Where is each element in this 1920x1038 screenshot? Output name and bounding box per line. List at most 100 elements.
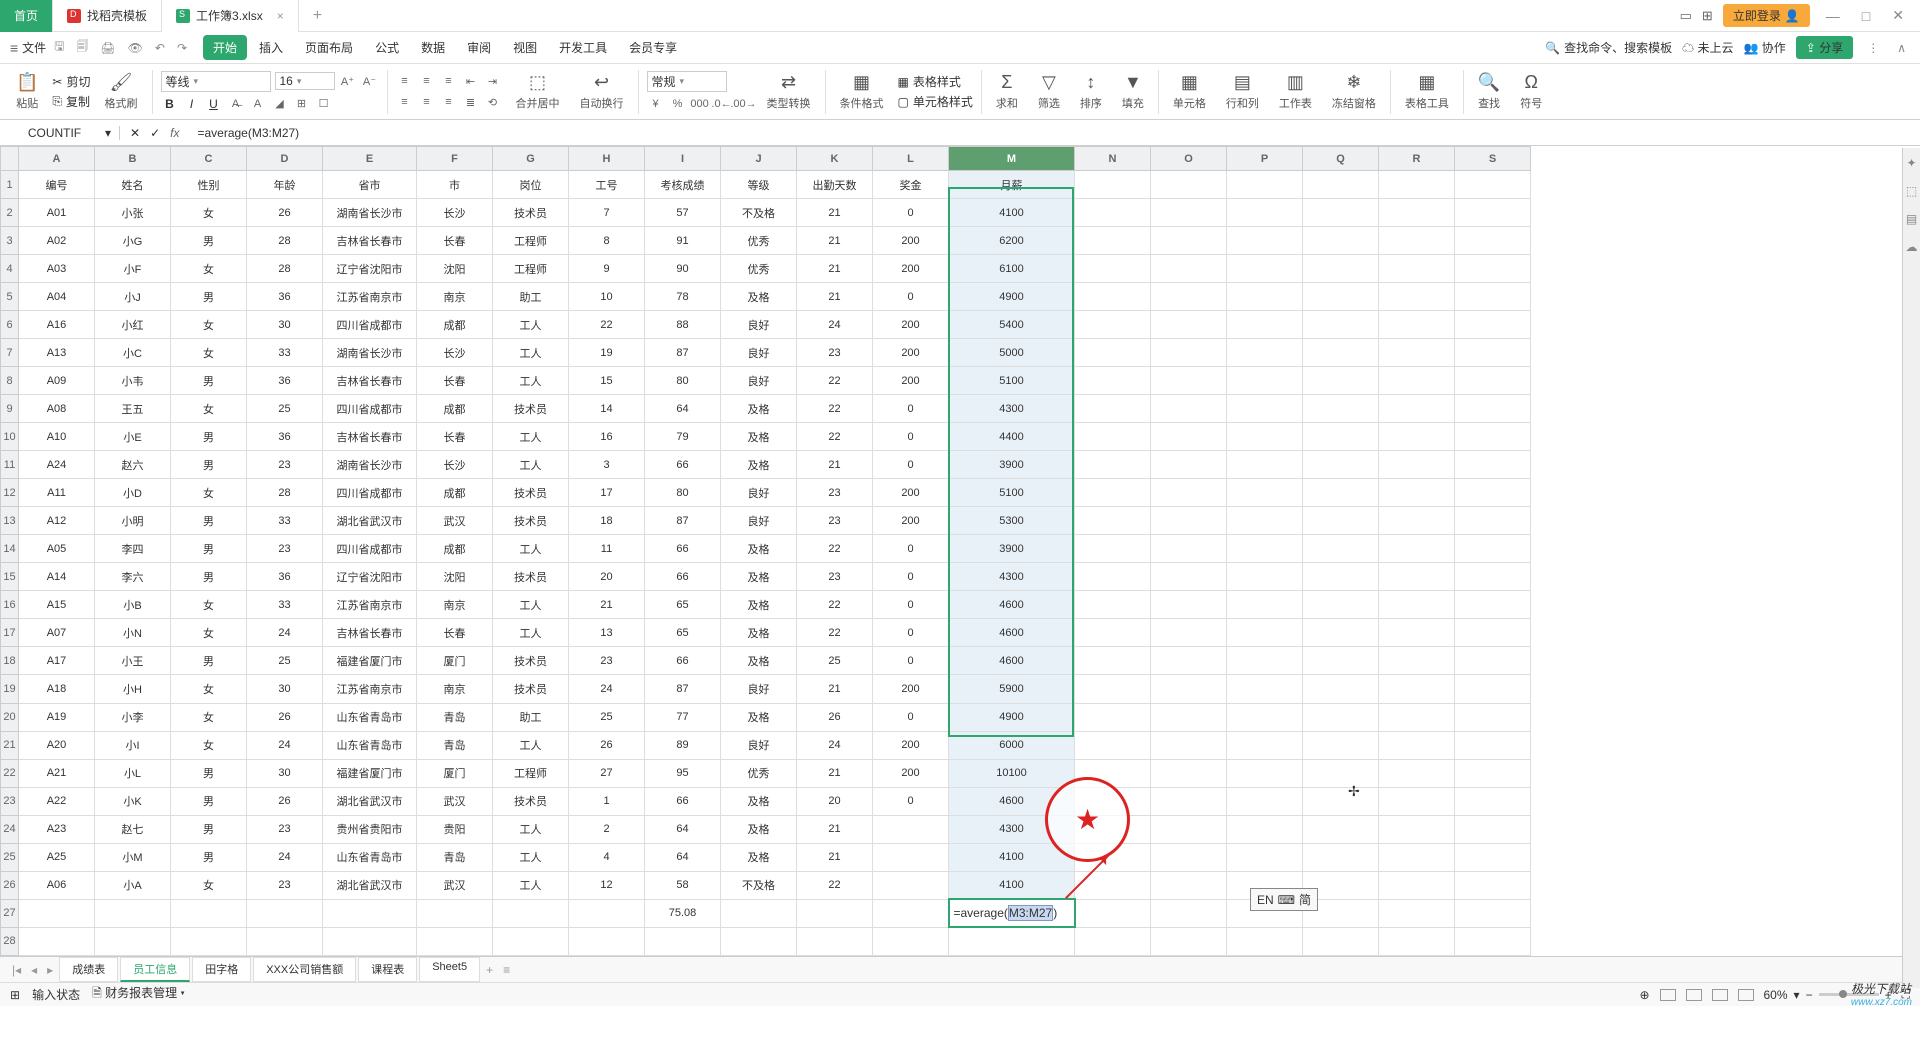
cell[interactable] xyxy=(1303,731,1379,759)
cell[interactable] xyxy=(1303,619,1379,647)
cell[interactable]: 19 xyxy=(569,339,645,367)
cell[interactable]: 及格 xyxy=(721,815,797,843)
cell[interactable]: 工人 xyxy=(493,871,569,899)
cell[interactable]: 22 xyxy=(797,871,873,899)
cell[interactable]: A24 xyxy=(19,451,95,479)
cell[interactable] xyxy=(1379,731,1455,759)
cell[interactable]: 33 xyxy=(247,591,323,619)
report-manage[interactable]: 🗎 财务报表管理 ▾ xyxy=(92,984,185,1005)
cell[interactable]: 200 xyxy=(873,507,949,535)
cell[interactable]: 辽宁省沈阳市 xyxy=(323,255,417,283)
cell[interactable] xyxy=(1455,255,1531,283)
cell[interactable]: 及格 xyxy=(721,563,797,591)
cell[interactable]: 87 xyxy=(645,339,721,367)
cell[interactable]: 4600 xyxy=(949,647,1075,675)
cell[interactable]: 小李 xyxy=(95,703,171,731)
cell[interactable]: 工人 xyxy=(493,451,569,479)
cell[interactable]: 5100 xyxy=(949,367,1075,395)
cell[interactable] xyxy=(1303,703,1379,731)
menu-tab-2[interactable]: 页面布局 xyxy=(295,35,363,60)
cell[interactable]: 四川省成都市 xyxy=(323,479,417,507)
cell[interactable] xyxy=(1379,871,1455,899)
cell[interactable] xyxy=(873,899,949,927)
cell[interactable]: 小I xyxy=(95,731,171,759)
fill-color-button[interactable]: ◢ xyxy=(271,95,289,113)
cell[interactable]: 武汉 xyxy=(417,507,493,535)
cell[interactable]: 长春 xyxy=(417,619,493,647)
cell[interactable] xyxy=(1379,423,1455,451)
cell[interactable] xyxy=(1455,479,1531,507)
font-name-select[interactable]: 等线▾ xyxy=(161,71,271,92)
row-header[interactable]: 20 xyxy=(1,703,19,731)
close-icon[interactable]: × xyxy=(277,9,284,23)
cell[interactable]: 男 xyxy=(171,815,247,843)
cell[interactable] xyxy=(247,899,323,927)
cell[interactable]: 小E xyxy=(95,423,171,451)
font-color-button[interactable]: A xyxy=(249,95,267,113)
cell[interactable]: 10 xyxy=(569,283,645,311)
cell[interactable]: 技术员 xyxy=(493,199,569,227)
cell[interactable] xyxy=(1151,731,1227,759)
cell[interactable] xyxy=(1075,367,1151,395)
cell[interactable] xyxy=(1379,311,1455,339)
wrap-button[interactable]: ↩自动换行 xyxy=(574,72,630,111)
cell[interactable]: 编号 xyxy=(19,171,95,199)
cell[interactable]: 20 xyxy=(569,563,645,591)
cell[interactable] xyxy=(873,927,949,955)
cell[interactable]: A20 xyxy=(19,731,95,759)
cell[interactable]: 4900 xyxy=(949,703,1075,731)
cell[interactable] xyxy=(1227,787,1303,815)
cell[interactable]: 22 xyxy=(797,619,873,647)
merge-button[interactable]: ⬚合并居中 xyxy=(510,72,566,111)
cell[interactable]: 57 xyxy=(645,199,721,227)
align-mid-icon[interactable]: ≡ xyxy=(418,72,436,90)
cell[interactable]: A10 xyxy=(19,423,95,451)
cell[interactable] xyxy=(1303,451,1379,479)
cell[interactable]: 26 xyxy=(569,731,645,759)
cell[interactable]: 13 xyxy=(569,619,645,647)
cell[interactable]: 工程师 xyxy=(493,227,569,255)
cell[interactable]: 14 xyxy=(569,395,645,423)
row-header[interactable]: 23 xyxy=(1,787,19,815)
tab-workbook[interactable]: 工作簿3.xlsx× xyxy=(162,0,299,32)
cell[interactable]: 工人 xyxy=(493,731,569,759)
command-search[interactable]: 🔍查找命令、搜索模板 xyxy=(1545,39,1672,56)
row-header[interactable]: 13 xyxy=(1,507,19,535)
cell[interactable]: 200 xyxy=(873,339,949,367)
cell[interactable]: 男 xyxy=(171,647,247,675)
row-header[interactable]: 6 xyxy=(1,311,19,339)
cell[interactable]: 6000 xyxy=(949,731,1075,759)
cell[interactable]: 78 xyxy=(645,283,721,311)
cell[interactable]: 22 xyxy=(797,395,873,423)
cell[interactable] xyxy=(1455,507,1531,535)
cell[interactable] xyxy=(569,927,645,955)
cell[interactable]: 200 xyxy=(873,255,949,283)
sheet-tab-1[interactable]: 员工信息 xyxy=(120,957,190,982)
cell[interactable]: 工程师 xyxy=(493,759,569,787)
cell[interactable]: 21 xyxy=(797,283,873,311)
cell[interactable]: A02 xyxy=(19,227,95,255)
cell[interactable]: 0 xyxy=(873,591,949,619)
cell[interactable] xyxy=(1075,451,1151,479)
cell[interactable] xyxy=(1455,619,1531,647)
cell[interactable]: 湖南省长沙市 xyxy=(323,451,417,479)
cell[interactable]: 23 xyxy=(247,871,323,899)
cell[interactable]: 技术员 xyxy=(493,395,569,423)
cell[interactable]: A25 xyxy=(19,843,95,871)
cell[interactable] xyxy=(873,871,949,899)
row-header[interactable]: 7 xyxy=(1,339,19,367)
cell[interactable] xyxy=(417,899,493,927)
cell[interactable]: 及格 xyxy=(721,423,797,451)
cell[interactable]: 4600 xyxy=(949,619,1075,647)
cell[interactable]: 厦门 xyxy=(417,647,493,675)
cell[interactable]: 33 xyxy=(247,507,323,535)
menu-tab-8[interactable]: 会员专享 xyxy=(619,35,687,60)
cell[interactable] xyxy=(1151,395,1227,423)
cell[interactable]: 青岛 xyxy=(417,843,493,871)
cell[interactable]: 21 xyxy=(797,843,873,871)
cell[interactable]: 小明 xyxy=(95,507,171,535)
format-painter-button[interactable]: 🖌格式刷 xyxy=(99,72,144,111)
cell[interactable] xyxy=(1151,787,1227,815)
cell[interactable] xyxy=(1151,255,1227,283)
cell[interactable]: 湖北省武汉市 xyxy=(323,871,417,899)
